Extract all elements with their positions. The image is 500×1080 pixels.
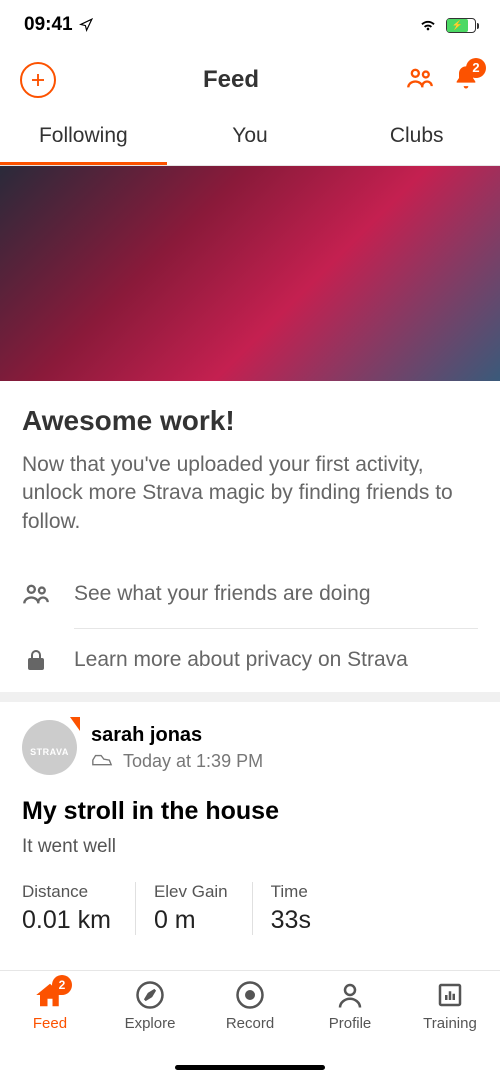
tab-clubs[interactable]: Clubs <box>333 110 500 165</box>
activity-card[interactable]: STRAVA sarah jonas Today at 1:39 PM My s… <box>0 702 500 935</box>
nav-profile-label: Profile <box>329 1015 372 1032</box>
action-privacy[interactable]: Learn more about privacy on Strava <box>0 628 500 692</box>
app-header: Feed 2 <box>0 50 500 110</box>
wifi-icon <box>418 17 438 33</box>
people-icon <box>22 580 50 608</box>
stat-distance-label: Distance <box>22 882 111 902</box>
chart-icon <box>435 980 465 1010</box>
stat-elev-value: 0 m <box>154 906 228 935</box>
avatar[interactable]: STRAVA <box>22 720 77 775</box>
promo-section: Awesome work! Now that you've uploaded y… <box>0 381 500 560</box>
battery-icon: ⚡ <box>446 18 476 33</box>
page-title: Feed <box>203 66 259 94</box>
lock-icon <box>24 648 48 672</box>
divider <box>0 692 500 702</box>
action-privacy-label: Learn more about privacy on Strava <box>74 648 408 672</box>
nav-feed[interactable]: Feed 2 <box>0 979 100 1080</box>
find-friends-button[interactable] <box>406 64 434 97</box>
notifications-badge: 2 <box>466 58 486 78</box>
plus-icon <box>29 71 47 89</box>
stat-elev-label: Elev Gain <box>154 882 228 902</box>
tab-following[interactable]: Following <box>0 110 167 165</box>
status-bar: 09:41 ⚡ <box>0 0 500 50</box>
notifications-button[interactable]: 2 <box>452 64 480 97</box>
activity-timestamp: Today at 1:39 PM <box>123 751 263 772</box>
activity-description: It went well <box>22 836 478 858</box>
nav-feed-label: Feed <box>33 1015 67 1032</box>
profile-icon <box>335 980 365 1010</box>
shoe-icon <box>91 753 113 769</box>
home-indicator[interactable] <box>175 1065 325 1070</box>
stat-time-label: Time <box>271 882 311 902</box>
activity-title: My stroll in the house <box>22 797 478 826</box>
nav-training-label: Training <box>423 1015 477 1032</box>
hero-image <box>0 166 500 381</box>
stat-distance-value: 0.01 km <box>22 906 111 935</box>
tab-you[interactable]: You <box>167 110 334 165</box>
nav-feed-badge: 2 <box>52 975 72 995</box>
stat-time-value: 33s <box>271 906 311 935</box>
record-icon <box>235 980 265 1010</box>
friends-icon <box>406 64 434 92</box>
compass-icon <box>135 980 165 1010</box>
promo-title: Awesome work! <box>22 405 478 437</box>
nav-record-label: Record <box>226 1015 274 1032</box>
feed-tabs: Following You Clubs <box>0 110 500 166</box>
nav-training[interactable]: Training <box>400 979 500 1080</box>
avatar-corner-icon <box>70 717 80 731</box>
action-friends-label: See what your friends are doing <box>74 582 371 606</box>
status-time: 09:41 <box>24 14 73 36</box>
bottom-nav: Feed 2 Explore Record Profile Training <box>0 970 500 1080</box>
location-arrow-icon <box>79 18 93 32</box>
activity-stats: Distance 0.01 km Elev Gain 0 m Time 33s <box>22 882 478 935</box>
add-button[interactable] <box>20 62 56 98</box>
action-find-friends[interactable]: See what your friends are doing <box>0 560 500 628</box>
promo-text: Now that you've uploaded your first acti… <box>22 451 478 536</box>
nav-explore-label: Explore <box>125 1015 176 1032</box>
activity-user-name[interactable]: sarah jonas <box>91 724 263 747</box>
